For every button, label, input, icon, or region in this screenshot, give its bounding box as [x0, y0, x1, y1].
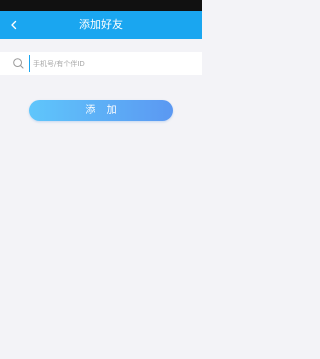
search-icon: [12, 57, 25, 70]
search-input[interactable]: [29, 55, 193, 72]
page-title: 添加好友: [79, 18, 123, 31]
search-bar: [0, 52, 202, 75]
top-bar: 添加好友: [0, 11, 202, 39]
status-bar: [0, 0, 202, 11]
add-button[interactable]: 添 加: [29, 100, 173, 121]
